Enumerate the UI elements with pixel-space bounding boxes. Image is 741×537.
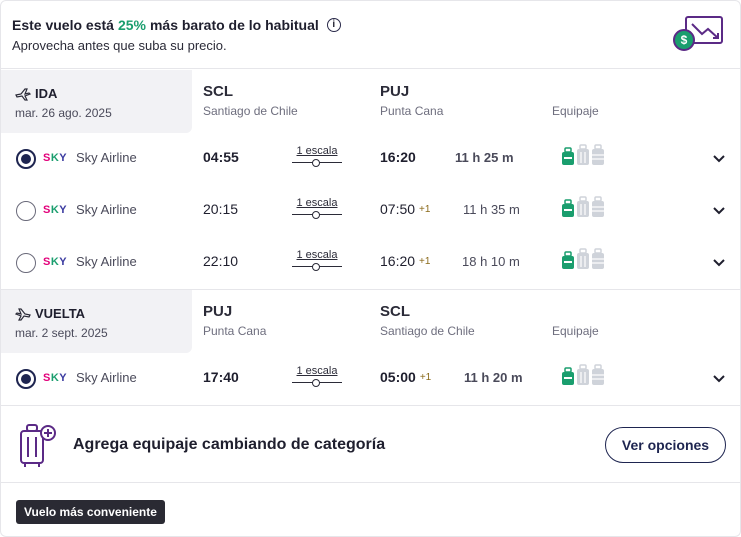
flight-radio[interactable] [16, 149, 36, 169]
baggage-icons [561, 364, 605, 386]
flight-radio[interactable] [16, 201, 36, 221]
stops-indicator[interactable]: 1 escala [292, 365, 342, 387]
return-dest-city: Santiago de Chile [380, 324, 475, 338]
arrival-time: 16:20 [380, 149, 416, 165]
flight-option[interactable]: SKY Sky Airline 04:55 1 escala 16:20 11 … [1, 132, 740, 184]
chevron-down-icon[interactable] [710, 149, 728, 167]
arrival-time: 07:50 +1 [380, 201, 431, 217]
airline-name: Sky Airline [76, 254, 137, 269]
price-drop-icon: $ [673, 16, 723, 51]
next-day-indicator: +1 [419, 372, 432, 383]
baggage-upsell: Agrega equipaje cambiando de categoría V… [1, 405, 740, 483]
airline-name: Sky Airline [76, 202, 137, 217]
outbound-origin-city: Santiago de Chile [203, 104, 298, 118]
baggage-icons [561, 144, 605, 166]
flight-radio[interactable] [16, 253, 36, 273]
discount-percent: 25% [117, 17, 146, 33]
flight-summary-card: Este vuelo está 25% más barato de lo hab… [0, 0, 741, 537]
return-title: VUELTA [35, 306, 86, 321]
flight-radio[interactable] [16, 369, 36, 389]
departure-time: 20:15 [203, 201, 239, 217]
baggage-icons [561, 196, 605, 218]
airline-name: Sky Airline [76, 370, 137, 385]
return-dest-code: SCL [380, 303, 410, 320]
chevron-down-icon[interactable] [710, 369, 728, 387]
info-icon[interactable]: i [326, 18, 341, 32]
next-day-indicator: +1 [419, 204, 431, 215]
arrival-time: 05:00 +1 [380, 369, 432, 385]
departure-time: 04:55 [203, 149, 239, 165]
duration: 11 h 35 m [463, 202, 520, 217]
chevron-down-icon[interactable] [710, 201, 728, 219]
outbound-dest-city: Punta Cana [380, 104, 444, 118]
sky-airline-logo: SKY [43, 256, 68, 268]
outbound-origin-code: SCL [203, 83, 233, 100]
stops-indicator[interactable]: 1 escala [292, 197, 342, 219]
price-banner: Este vuelo está 25% más barato de lo hab… [1, 1, 740, 69]
sky-airline-logo: SKY [43, 204, 68, 216]
convenient-flight-badge: Vuelo más conveniente [16, 500, 165, 524]
duration: 18 h 10 m [462, 254, 520, 269]
return-equipment-header: Equipaje [552, 324, 599, 338]
chevron-down-icon[interactable] [710, 253, 728, 271]
plane-return-icon [15, 307, 31, 321]
outbound-equipment-header: Equipaje [552, 104, 599, 118]
sky-airline-logo: SKY [43, 372, 68, 384]
outbound-title: IDA [35, 86, 58, 101]
flight-option[interactable]: SKY Sky Airline 22:10 1 escala 16:20 +1 1… [1, 236, 740, 288]
baggage-icons [561, 248, 605, 270]
duration: 11 h 25 m [455, 150, 514, 165]
departure-time: 22:10 [203, 253, 239, 269]
price-banner-title: Este vuelo está 25% más barato de lo hab… [12, 17, 341, 33]
outbound-date: mar. 26 ago. 2025 [15, 106, 112, 120]
arrival-time: 16:20 +1 [380, 253, 431, 269]
flight-option[interactable]: SKY Sky Airline 17:40 1 escala 05:00 +1 1… [1, 352, 740, 404]
stops-indicator[interactable]: 1 escala [292, 145, 342, 167]
upsell-text: Agrega equipaje cambiando de categoría [73, 436, 386, 453]
sky-airline-logo: SKY [43, 152, 68, 164]
outbound-dest-code: PUJ [380, 83, 410, 100]
return-origin-code: PUJ [203, 303, 233, 320]
outbound-label-panel: IDA mar. 26 ago. 2025 [1, 70, 192, 133]
stops-indicator[interactable]: 1 escala [292, 249, 342, 271]
next-day-indicator: +1 [419, 256, 431, 267]
luggage-plus-icon [20, 424, 56, 467]
flight-option[interactable]: SKY Sky Airline 20:15 1 escala 07:50 +1 1… [1, 184, 740, 236]
ver-opciones-button[interactable]: Ver opciones [605, 427, 726, 463]
return-origin-city: Punta Cana [203, 324, 267, 338]
return-label-panel: VUELTA mar. 2 sept. 2025 [1, 290, 192, 353]
svg-text:$: $ [681, 33, 688, 47]
airline-name: Sky Airline [76, 150, 137, 165]
return-date: mar. 2 sept. 2025 [15, 326, 108, 340]
departure-time: 17:40 [203, 369, 239, 385]
duration: 11 h 20 m [464, 370, 523, 385]
plane-departure-icon [15, 87, 31, 101]
price-banner-subtitle: Aprovecha antes que suba su precio. [12, 38, 227, 53]
